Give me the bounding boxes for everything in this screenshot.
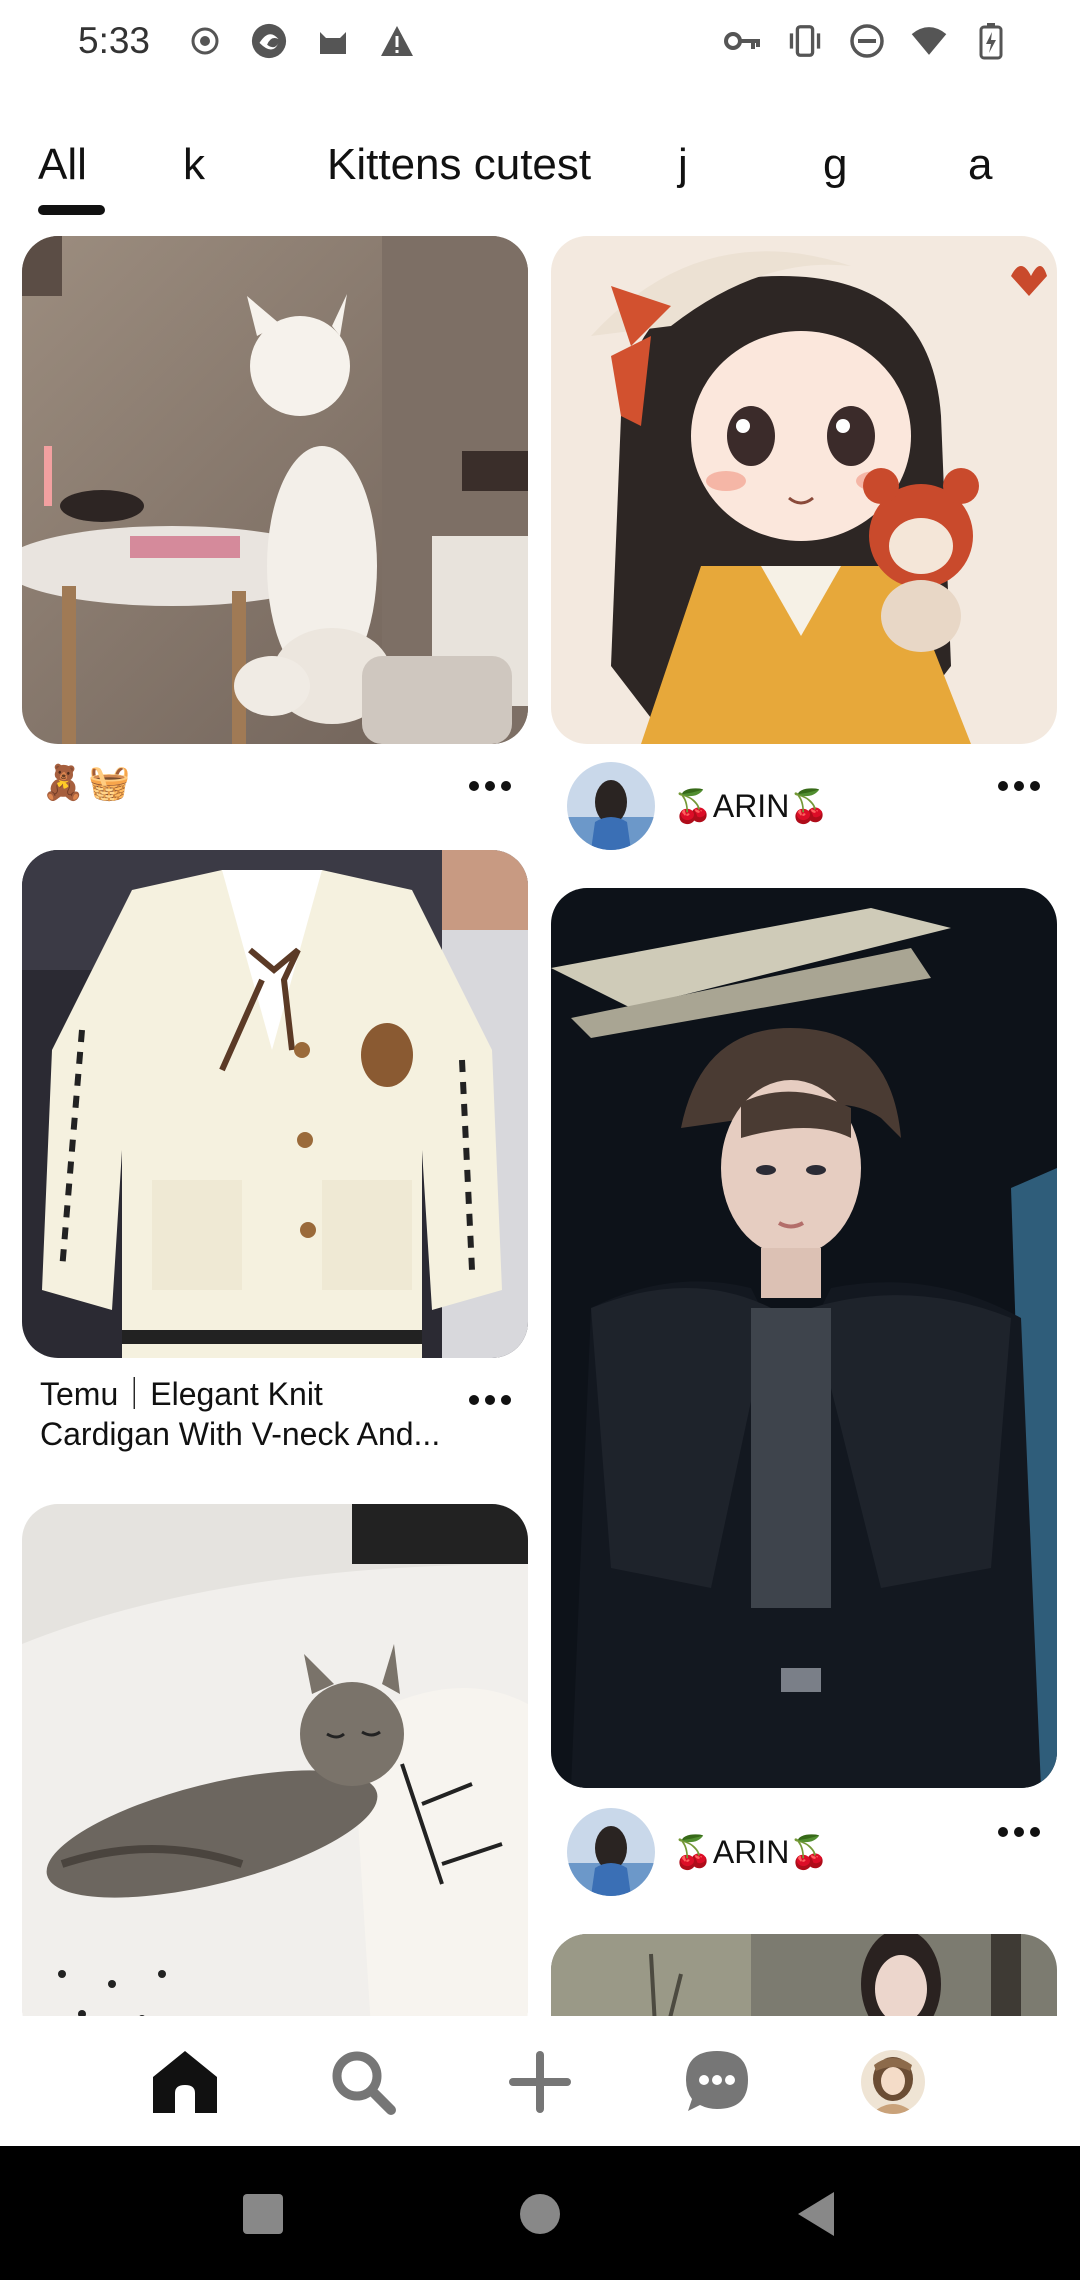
nav-messages-button[interactable] — [677, 2042, 757, 2122]
key-icon — [724, 22, 762, 60]
chat-icon — [686, 2051, 748, 2111]
dot-icon — [501, 1395, 511, 1405]
nav-search-button[interactable] — [323, 2042, 403, 2122]
dot-icon — [1030, 1827, 1040, 1837]
dot-icon — [1014, 781, 1024, 791]
dot-icon — [469, 781, 479, 791]
tab-k[interactable]: k — [183, 140, 205, 190]
vibrate-icon — [786, 22, 824, 60]
dot-icon — [485, 1395, 495, 1405]
system-nav-bar — [0, 2146, 1080, 2280]
dot-icon — [485, 781, 495, 791]
search-icon — [332, 2051, 396, 2115]
back-triangle-icon — [798, 2192, 834, 2236]
status-right-icons — [724, 22, 1010, 60]
vpn-swirl-icon — [250, 22, 288, 60]
battery-charging-icon — [972, 22, 1010, 60]
pin-title: Temu｜Elegant Knit Cardigan With V-neck A… — [40, 1376, 441, 1452]
pin-man-black-jacket[interactable] — [551, 888, 1057, 1788]
dot-icon — [998, 1827, 1008, 1837]
dot-icon — [469, 1395, 479, 1405]
pin-anime-girl[interactable] — [551, 236, 1057, 744]
nav-create-button[interactable] — [500, 2042, 580, 2122]
avatar-icon — [861, 2050, 925, 2114]
avatar[interactable] — [567, 1808, 655, 1896]
pin-man-author[interactable]: 🍒ARIN🍒 — [567, 1808, 829, 1896]
tab-a[interactable]: a — [968, 140, 992, 190]
status-bar: 5:33 — [0, 0, 1080, 90]
tab-g[interactable]: g — [823, 140, 847, 190]
tab-kittens-cutest[interactable]: Kittens cutest — [327, 140, 591, 190]
dot-icon — [1014, 1827, 1024, 1837]
pin-caption-emoji: 🧸🧺 — [42, 764, 135, 802]
more-options-button[interactable] — [989, 1812, 1049, 1852]
pin-sleeping-kitten[interactable] — [22, 1504, 528, 2016]
wifi-icon — [910, 22, 948, 60]
home-button[interactable] — [508, 2182, 572, 2246]
dot-icon — [1030, 781, 1040, 791]
tab-all[interactable]: All — [38, 140, 87, 190]
back-button[interactable] — [784, 2182, 848, 2246]
dot-icon — [501, 781, 511, 791]
pin-woman-garden[interactable] — [551, 1934, 1057, 2016]
status-time: 5:33 — [78, 20, 151, 61]
plus-icon — [509, 2051, 571, 2113]
do-not-disturb-icon — [848, 22, 886, 60]
recents-button[interactable] — [231, 2182, 295, 2246]
board-tabs: All k Kittens cutest j g a — [0, 140, 1080, 220]
author-name[interactable]: 🍒ARIN🍒 — [673, 787, 829, 825]
home-icon — [153, 2051, 217, 2113]
nav-home-button[interactable] — [145, 2042, 225, 2122]
bottom-nav — [0, 2016, 1080, 2146]
author-name[interactable]: 🍒ARIN🍒 — [673, 1833, 829, 1871]
dot-icon — [998, 781, 1008, 791]
square-icon — [243, 2194, 283, 2234]
circle-icon — [520, 2194, 560, 2234]
pin-feed[interactable]: 🧸🧺 Temu｜Elegant Knit Cardigan With V-nec… — [0, 236, 1080, 2016]
avatar[interactable] — [567, 762, 655, 850]
pin-cardigan[interactable] — [22, 850, 528, 1358]
selected-tab-indicator — [38, 205, 105, 215]
pin-white-cat[interactable] — [22, 236, 528, 744]
pin-white-cat-meta: 🧸🧺 — [42, 763, 135, 803]
status-left-icons — [186, 22, 416, 60]
more-options-button[interactable] — [989, 766, 1049, 806]
record-icon — [186, 22, 224, 60]
warning-icon — [378, 22, 416, 60]
pin-anime-girl-author[interactable]: 🍒ARIN🍒 — [567, 762, 829, 850]
tab-j[interactable]: j — [678, 140, 688, 190]
cat-app-icon — [314, 22, 352, 60]
more-options-button[interactable] — [460, 766, 520, 806]
more-options-button[interactable] — [460, 1380, 520, 1420]
nav-profile-button[interactable] — [853, 2042, 933, 2122]
